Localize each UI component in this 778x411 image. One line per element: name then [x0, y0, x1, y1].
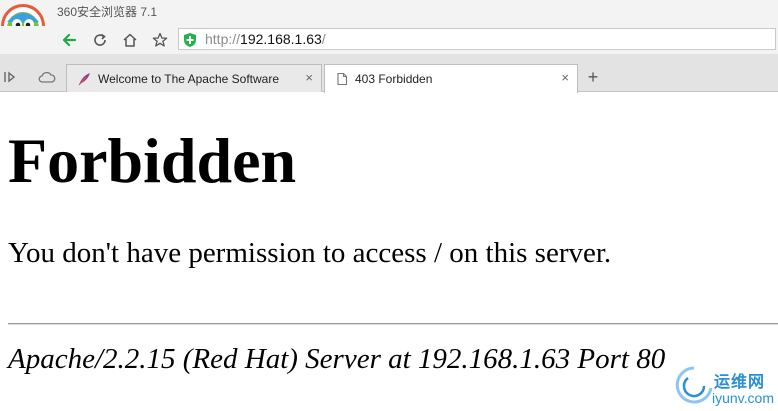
close-tab-button[interactable]: × — [561, 70, 569, 86]
sidebar-toggle-button[interactable] — [3, 70, 17, 89]
security-indicator[interactable] — [180, 28, 200, 52]
url-scheme: http:// — [205, 31, 241, 47]
tab-apache-welcome[interactable]: Welcome to The Apache Software × — [66, 64, 322, 92]
address-url[interactable]: http://192.168.1.63/ — [205, 30, 326, 48]
home-icon — [123, 33, 137, 47]
horizontal-rule — [8, 323, 778, 325]
favorite-button[interactable] — [148, 28, 172, 52]
watermark-url: iyunv.com — [712, 390, 774, 406]
reload-button[interactable] — [88, 28, 112, 52]
close-tab-button[interactable]: × — [305, 70, 313, 86]
back-arrow-icon — [62, 33, 77, 47]
tab-label: Welcome to The Apache Software — [98, 72, 279, 86]
server-signature: Apache/2.2.15 (Red Hat) Server at 192.16… — [8, 343, 666, 375]
back-button[interactable] — [57, 28, 81, 52]
error-message: You don't have permission to access / on… — [8, 237, 612, 269]
tab-label: 403 Forbidden — [355, 72, 433, 86]
sidebar-toggle-icon — [4, 71, 16, 83]
watermark-text: 运维网 — [714, 374, 766, 391]
new-tab-button[interactable]: + — [582, 66, 604, 88]
cloud-sync-button[interactable] — [38, 70, 56, 89]
page-icon — [337, 72, 348, 86]
app-title: 360安全浏览器 7.1 — [57, 5, 158, 19]
reload-icon — [94, 33, 106, 46]
feather-icon — [78, 73, 90, 86]
shield-icon — [184, 33, 196, 47]
watermark-logo-icon — [675, 366, 713, 404]
page-title: Forbidden — [8, 125, 297, 196]
star-icon — [152, 32, 168, 47]
url-host: 192.168.1.63 — [240, 31, 322, 47]
tab-403-forbidden[interactable]: 403 Forbidden × — [324, 64, 578, 93]
site-watermark: 运维网 iyunv.com — [672, 362, 778, 411]
cloud-icon — [38, 71, 56, 83]
url-path: / — [321, 31, 326, 47]
home-button[interactable] — [118, 28, 142, 52]
